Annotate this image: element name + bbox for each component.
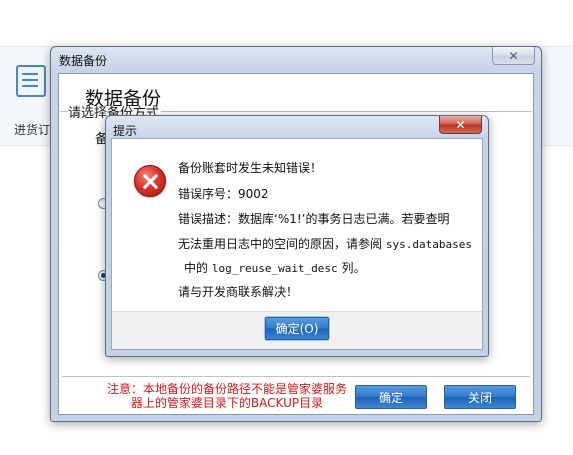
error-dialog: 提示 ✕ 备份账套时发生未知错误！ 错误序号：9002 错误描述：数据库‘%1!… [105, 115, 489, 357]
error-description-text-a: 中的 [184, 261, 209, 275]
error-contact-line: 请与开发商联系解决！ [178, 285, 299, 299]
error-dialog-close-button[interactable]: ✕ [439, 116, 482, 134]
error-ok-button[interactable]: 确定(O) [265, 317, 329, 340]
error-description-code-2: log_reuse_wait_desc [211, 262, 338, 275]
document-grid-icon [16, 65, 46, 97]
backup-close-button[interactable]: 关闭 [444, 385, 516, 409]
error-number-line: 错误序号：9002 [178, 187, 269, 201]
error-dialog-body: 备份账套时发生未知错误！ 错误序号：9002 错误描述：数据库‘%1!’的事务日… [111, 138, 483, 350]
purchase-order-module[interactable]: 进货订 [10, 61, 54, 137]
error-icon [134, 165, 166, 197]
error-description-line-1: 错误描述：数据库‘%1!’的事务日志已满。若要查明 [178, 212, 450, 226]
error-description-line-3: 中的 log_reuse_wait_desc 列。 [184, 259, 366, 276]
purchase-order-module-label: 进货订 [14, 123, 51, 137]
backup-dialog-title: 数据备份 [59, 54, 108, 68]
error-description-line-2: 无法重用日志中的空间的原因，请参阅 sys.databases [178, 235, 472, 252]
backup-dialog-close-button[interactable]: ✕ [492, 47, 535, 65]
error-description-text: 无法重用日志中的空间的原因，请参阅 [178, 237, 383, 251]
error-description-text-b: 列。 [341, 261, 366, 275]
error-message-line-1: 备份账套时发生未知错误！ [178, 161, 323, 175]
close-icon: ✕ [455, 117, 466, 132]
close-icon: ✕ [508, 48, 519, 63]
error-dialog-title: 提示 [113, 124, 138, 138]
backup-warning-note: 注意：本地备份的备份路径不能是管家婆服务器上的管家婆目录下的BACKUP目录 [107, 382, 348, 410]
backup-ok-button[interactable]: 确定 [355, 385, 427, 409]
backup-footer-divider [62, 376, 530, 377]
error-dialog-footer: 确定(O) [112, 311, 482, 349]
error-description-code: sys.databases [385, 238, 472, 251]
